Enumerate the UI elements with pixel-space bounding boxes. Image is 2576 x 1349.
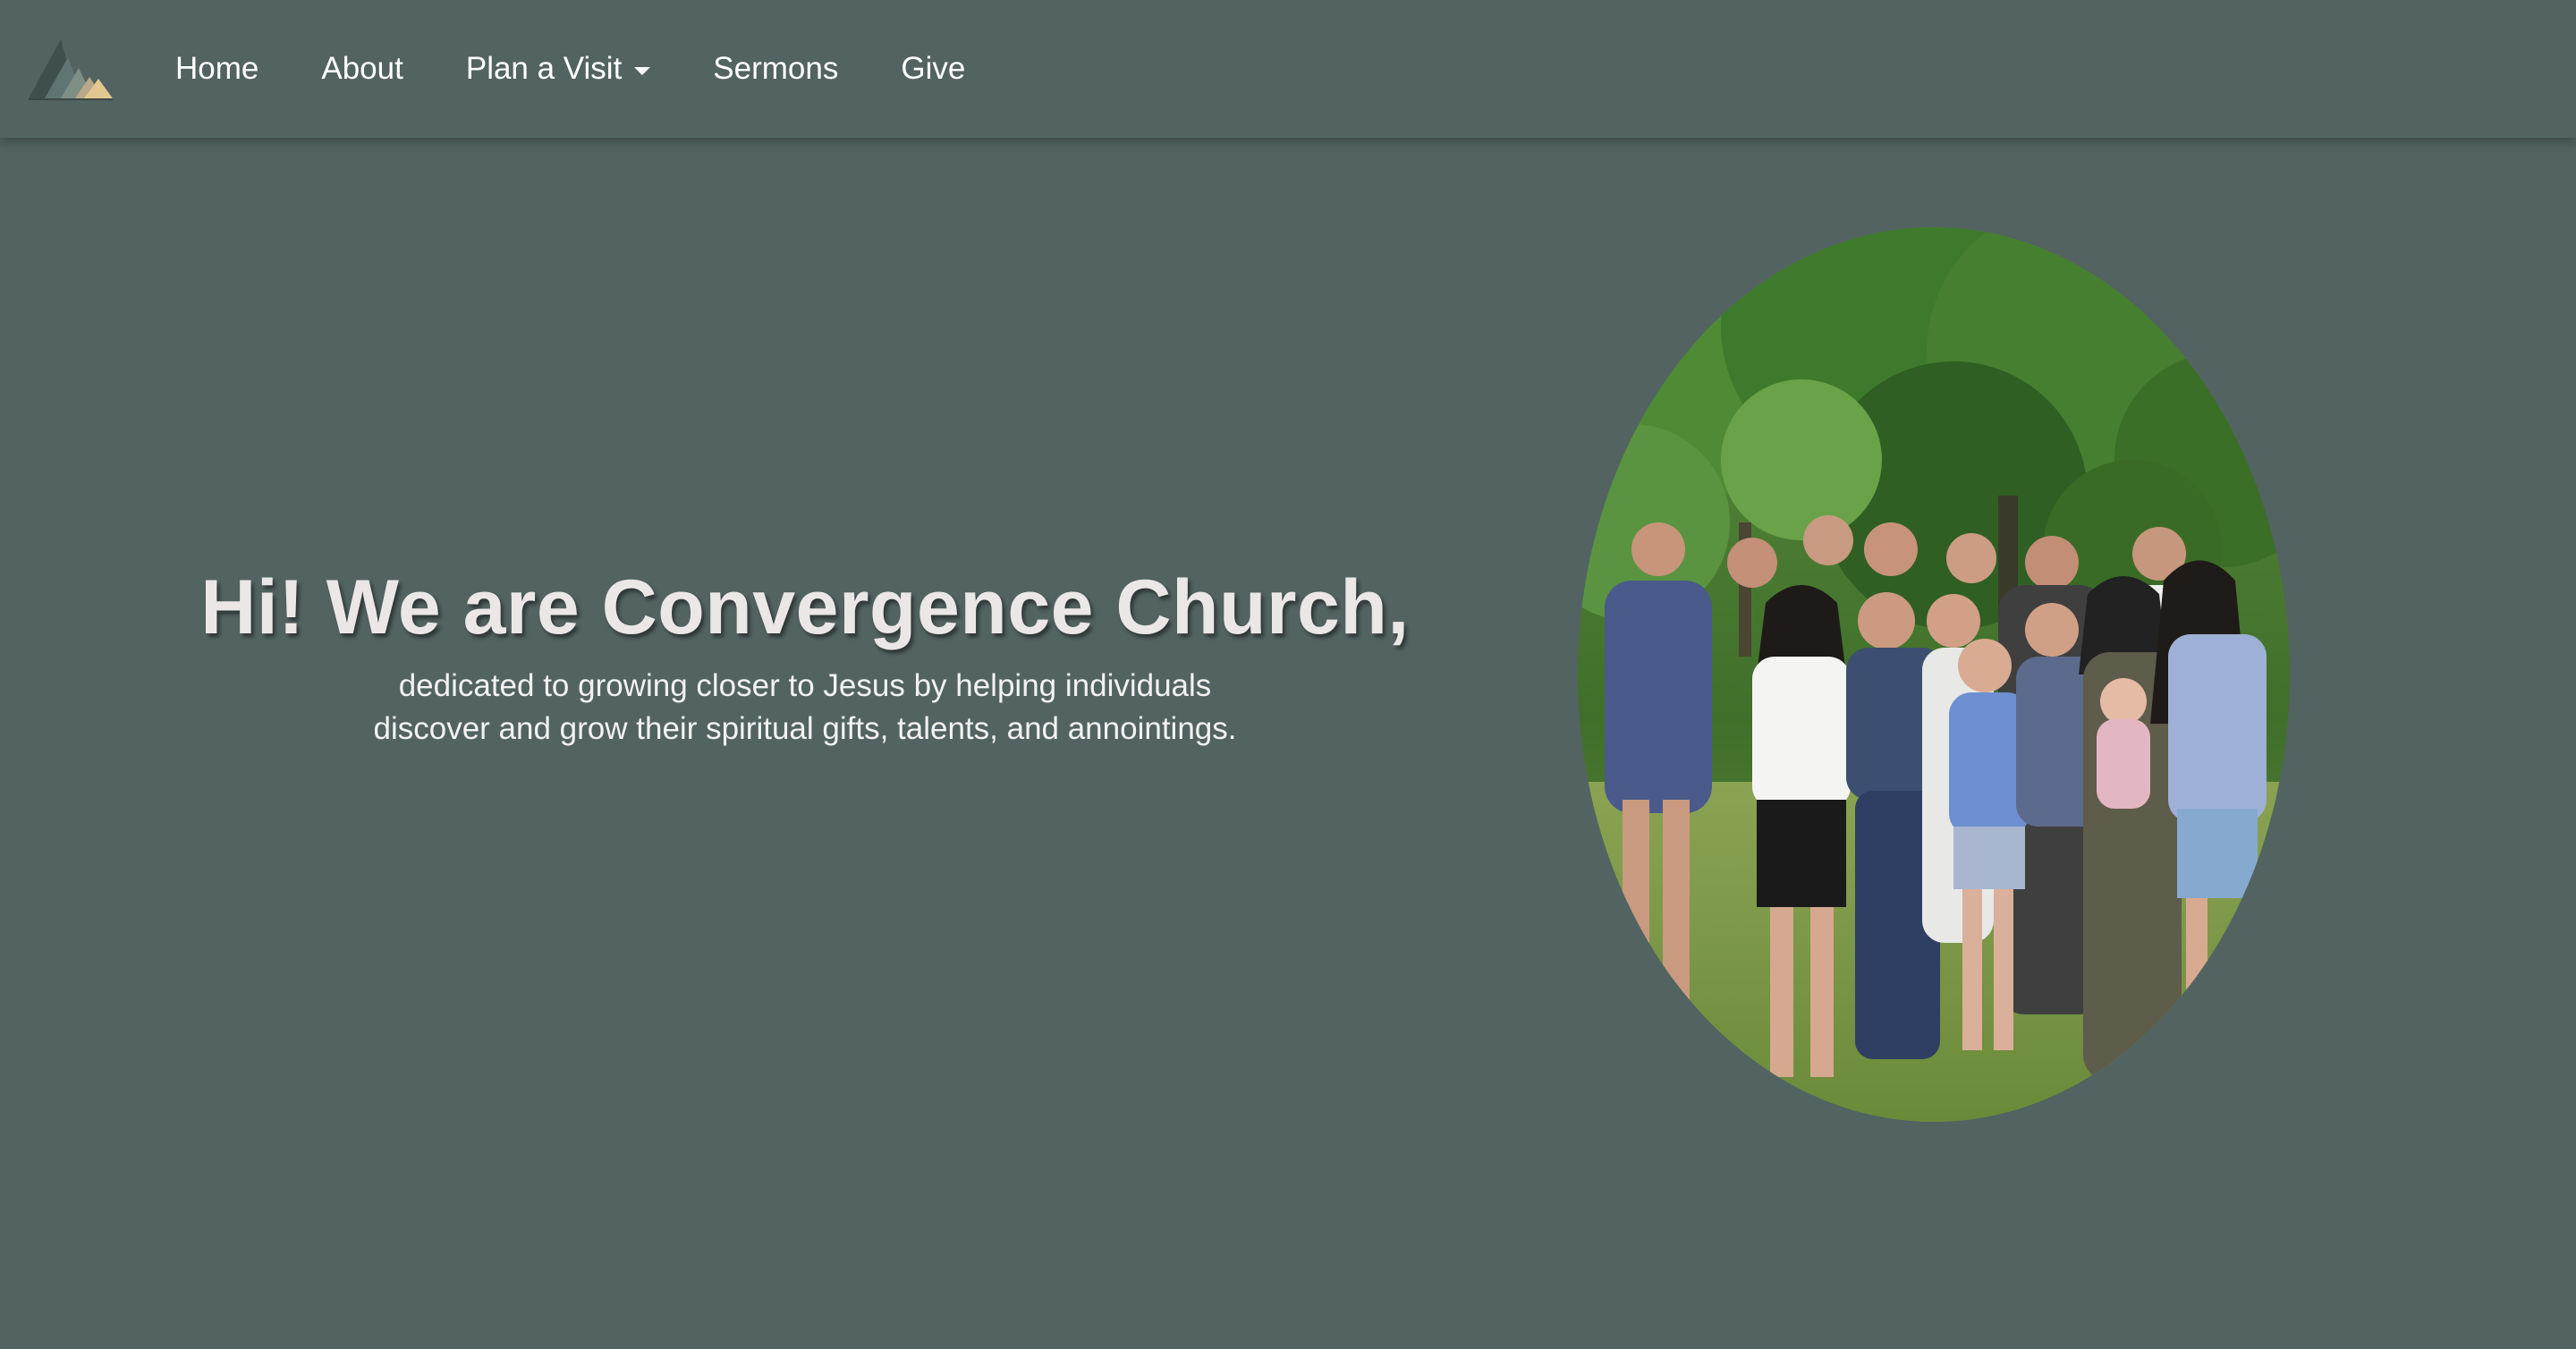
hero-text-block: Hi! We are Convergence Church, dedicated… — [179, 564, 1431, 751]
nav-menu: Home About Plan a Visit Sermons Give — [175, 0, 1028, 138]
hero-subtitle: dedicated to growing closer to Jesus by … — [179, 665, 1431, 751]
hero-group-photo — [1578, 227, 2290, 1122]
nav-give-link[interactable]: Give — [901, 51, 965, 87]
nav-plan-a-visit-label: Plan a Visit — [465, 51, 623, 86]
navbar: Home About Plan a Visit Sermons Give — [0, 0, 2576, 138]
nav-give-label: Give — [901, 51, 966, 86]
hero-subtitle-line-2: discover and grow their spiritual gifts,… — [373, 711, 1237, 746]
nav-about-label: About — [321, 51, 403, 86]
nav-home-label: Home — [175, 51, 259, 86]
nav-plan-a-visit-dropdown[interactable]: Plan a Visit — [465, 51, 651, 87]
nav-home-link[interactable]: Home — [175, 51, 258, 87]
group-photo-image — [1578, 227, 2290, 1122]
caret-down-icon — [634, 66, 651, 75]
nav-about-link[interactable]: About — [321, 51, 402, 87]
mountain-logo-icon — [29, 39, 113, 100]
church-logo[interactable] — [27, 36, 116, 102]
hero-subtitle-line-1: dedicated to growing closer to Jesus by … — [398, 668, 1212, 703]
nav-sermons-label: Sermons — [713, 51, 839, 86]
hero-title: Hi! We are Convergence Church, — [200, 564, 1410, 650]
page: Home About Plan a Visit Sermons Give Hi!… — [0, 0, 2576, 1349]
nav-sermons-link[interactable]: Sermons — [713, 51, 838, 87]
